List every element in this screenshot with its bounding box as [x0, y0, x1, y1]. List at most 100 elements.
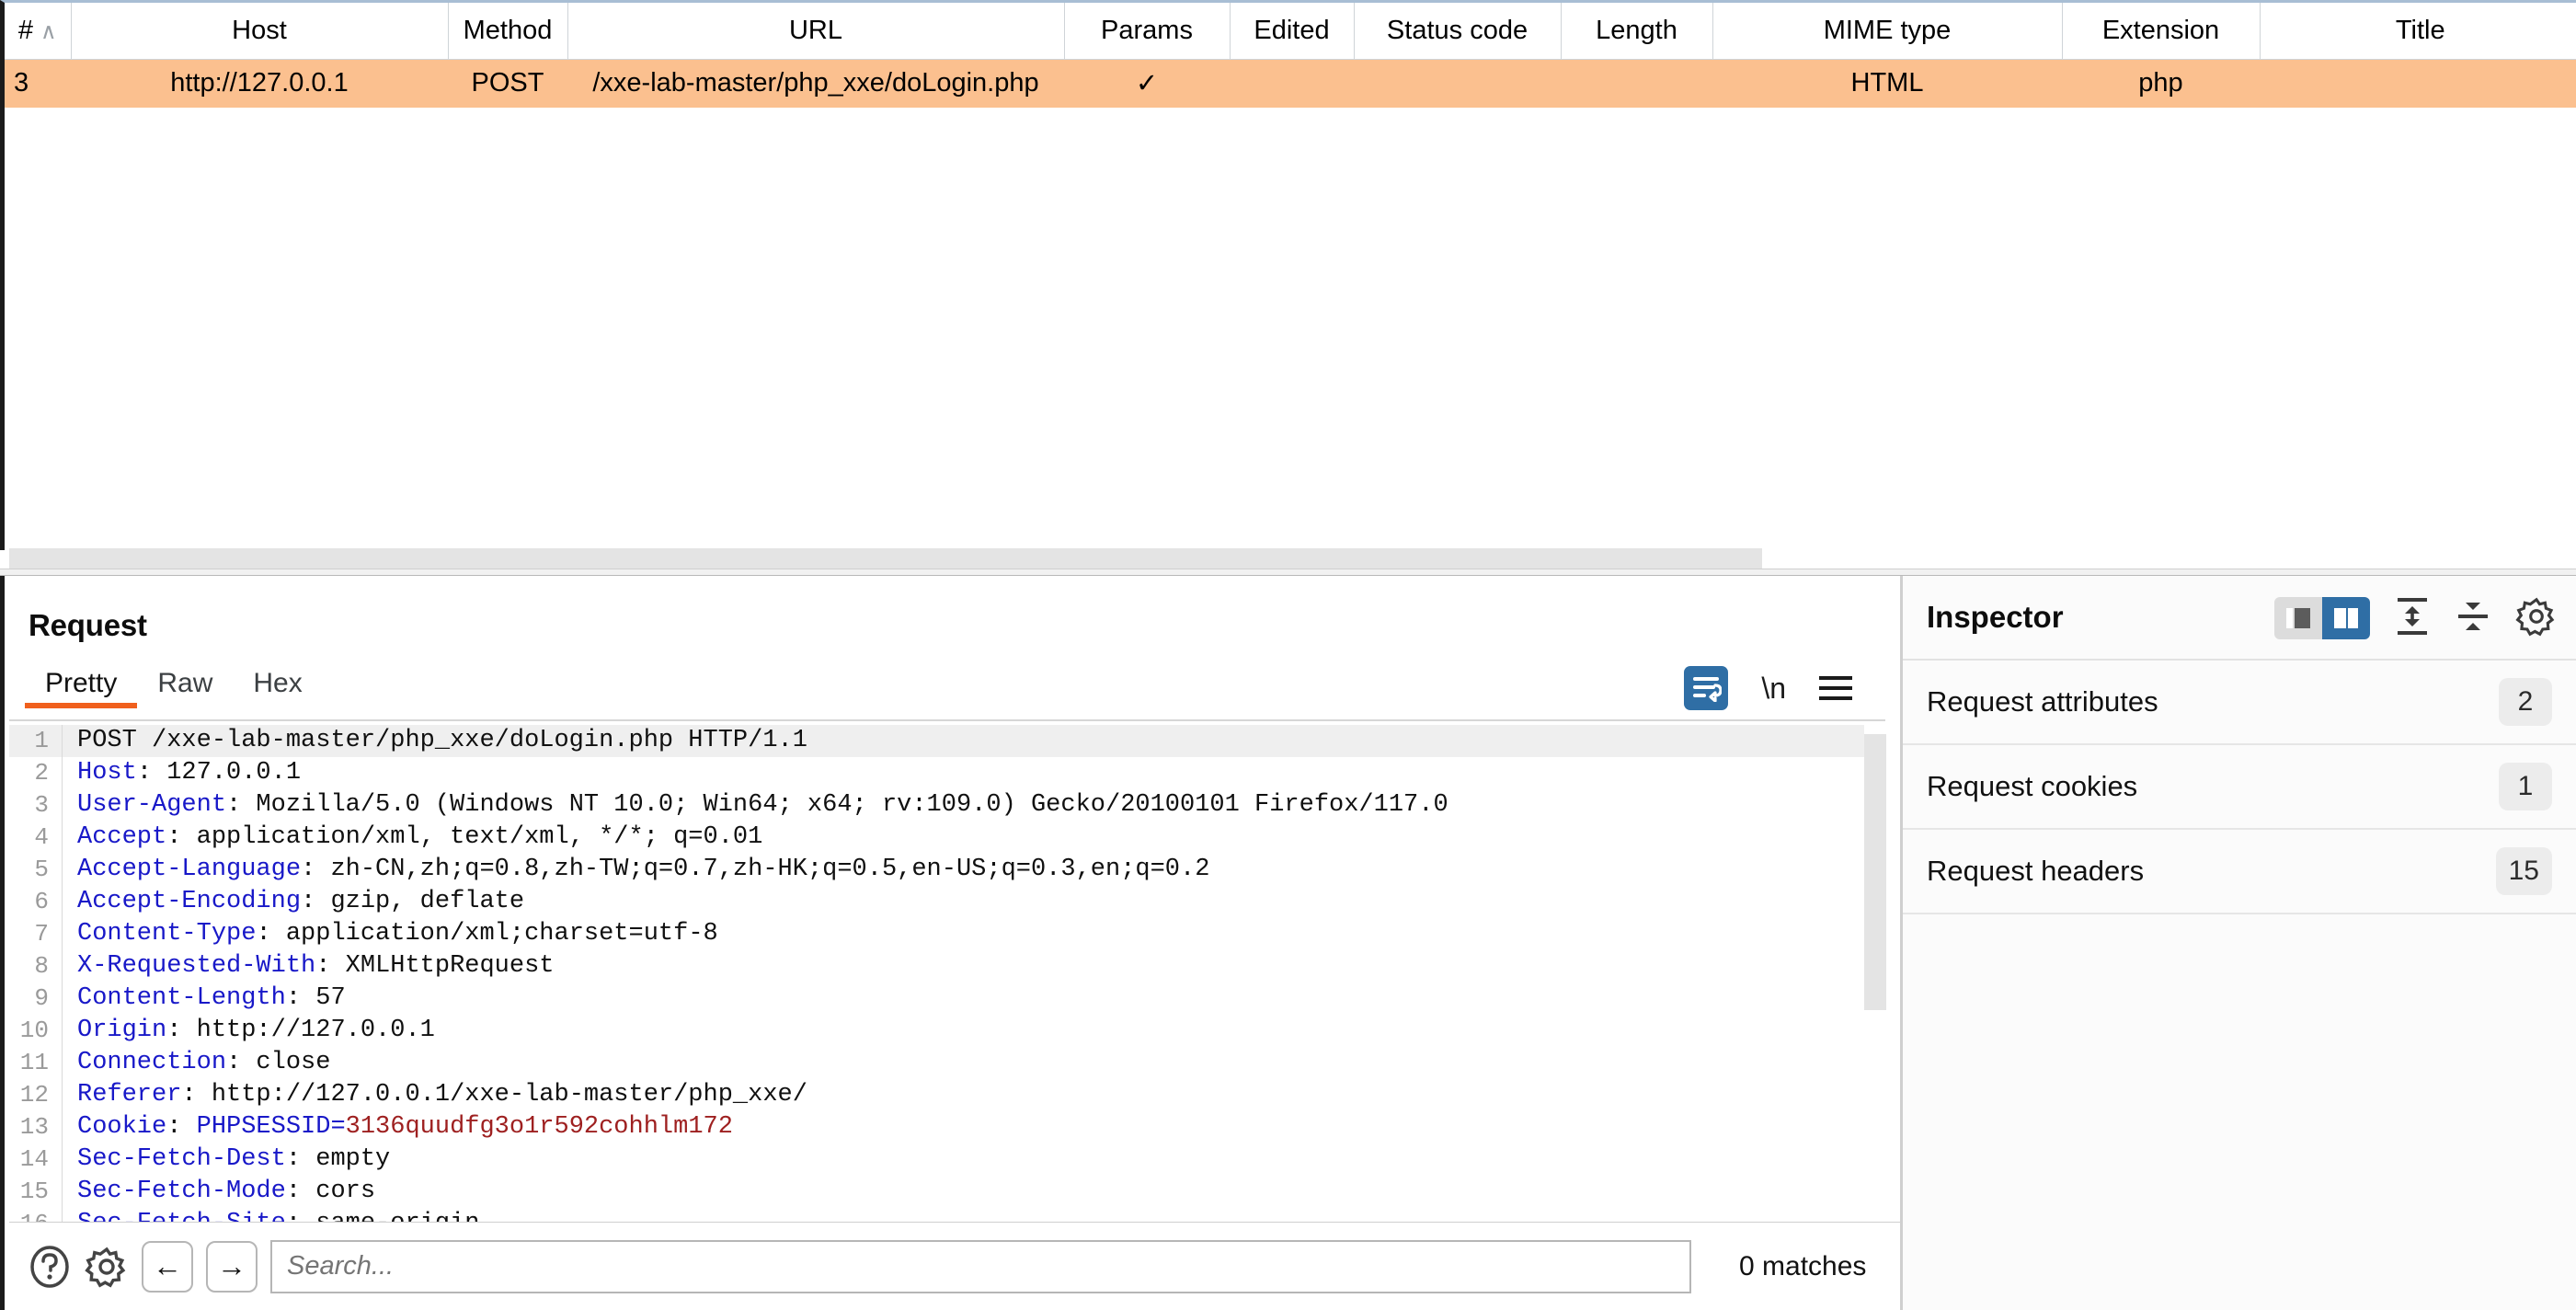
hamburger-menu-icon[interactable] [1819, 676, 1852, 700]
header-separator: : [286, 1210, 301, 1222]
cell-number: 3 [5, 59, 71, 108]
code-line: 16Sec-Fetch-Site: same-origin [9, 1208, 1881, 1222]
table-body: 3 http://127.0.0.1 POST /xxe-lab-master/… [5, 59, 2576, 108]
line-number: 5 [9, 854, 63, 886]
line-content: Sec-Fetch-Dest: empty [63, 1143, 390, 1176]
inspector-header: Inspector [1903, 576, 2576, 661]
newline-toggle-icon[interactable]: \n [1761, 672, 1786, 706]
line-number: 4 [9, 822, 63, 854]
expand-all-icon[interactable] [2394, 595, 2431, 642]
header-value: http://127.0.0.1 [181, 1017, 435, 1044]
tab-hex[interactable]: Hex [233, 668, 322, 708]
code-line: 6 Accept-Encoding: gzip, deflate [9, 886, 1881, 918]
find-bar: ← → 0 matches [9, 1222, 1904, 1310]
header-value: 127.0.0.1 [152, 759, 302, 787]
inspector-panel: Inspector Request attributes 2 Request c… [1900, 576, 2576, 1310]
header-name: Accept-Language [77, 856, 302, 883]
column-header-title[interactable]: Title [2260, 3, 2576, 60]
code-line: 10 Origin: http://127.0.0.1 [9, 1015, 1881, 1047]
column-header-number[interactable]: # ∧ [5, 3, 72, 60]
inspector-section-request-attributes[interactable]: Request attributes 2 [1903, 661, 2576, 745]
inspector-sections: Request attributes 2 Request cookies 1 R… [1903, 661, 2576, 914]
column-header-url[interactable]: URL [567, 3, 1065, 60]
panel-left-layout-icon[interactable] [2274, 597, 2322, 639]
header-value: empty [301, 1145, 391, 1173]
cell-extension: php [2062, 59, 2260, 108]
column-header-status-code[interactable]: Status code [1354, 3, 1562, 60]
header-separator: : [226, 1049, 242, 1076]
line-number: 14 [9, 1143, 63, 1176]
column-header-length[interactable]: Length [1561, 3, 1713, 60]
header-separator: : [181, 1081, 197, 1109]
code-line: 5 Accept-Language: zh-CN,zh;q=0.8,zh-TW;q… [9, 854, 1881, 886]
request-view-tabs: Pretty Raw Hex [25, 668, 323, 719]
help-circle-icon[interactable] [28, 1245, 72, 1289]
cell-url: /xxe-lab-master/php_xxe/doLogin.php [567, 59, 1064, 108]
inspector-section-request-headers[interactable]: Request headers 15 [1903, 830, 2576, 914]
cell-host: http://127.0.0.1 [71, 59, 448, 108]
tab-pretty[interactable]: Pretty [25, 668, 138, 708]
scrollbar-thumb[interactable] [9, 548, 1762, 569]
code-line: 1 POST /xxe-lab-master/php_xxe/doLogin.ph… [9, 725, 1881, 757]
header-name: Cookie [77, 1113, 167, 1141]
scrollbar-thumb[interactable] [1864, 734, 1886, 1010]
column-header-method[interactable]: Method [448, 3, 568, 60]
layout-toggle-group [2274, 597, 2370, 639]
header-separator: : [301, 888, 316, 915]
header-value: application/xml, text/xml, */*; q=0.01 [181, 823, 763, 851]
header-separator: : [166, 823, 182, 851]
header-name: Sec-Fetch-Site [77, 1210, 286, 1222]
header-value: same-origin [301, 1210, 479, 1222]
column-header-host[interactable]: Host [71, 3, 449, 60]
header-separator: : [256, 920, 271, 948]
inspector-title: Inspector [1927, 600, 2064, 634]
column-header-mime-type[interactable]: MIME type [1712, 3, 2063, 60]
header-name: Content-Type [77, 920, 257, 948]
code-line: 15 Sec-Fetch-Mode: cors [9, 1176, 1881, 1208]
status-badge: 2 [2499, 678, 2552, 726]
panel-splitter[interactable] [0, 569, 2576, 576]
cookie-name: PHPSESSID= [196, 1113, 346, 1141]
inspector-section-request-cookies[interactable]: Request cookies 1 [1903, 745, 2576, 830]
header-separator: : [301, 856, 316, 883]
panel-split-layout-icon[interactable] [2322, 597, 2370, 639]
tab-raw[interactable]: Raw [137, 668, 233, 708]
cell-mime-type: HTML [1712, 59, 2062, 108]
history-horizontal-scrollbar[interactable] [9, 548, 2575, 569]
line-number: 9 [9, 982, 63, 1015]
gear-icon[interactable] [85, 1245, 129, 1289]
find-previous-button[interactable]: ← [142, 1240, 193, 1293]
collapse-all-icon[interactable] [2455, 595, 2491, 642]
proxy-history-table: # ∧ Host Method URL Params Edited Status … [5, 3, 2576, 108]
header-row: # ∧ Host Method URL Params Edited Status … [5, 3, 2576, 60]
column-header-params[interactable]: Params [1064, 3, 1231, 60]
line-number: 3 [9, 789, 63, 822]
code-line-cookie: 13 Cookie: PHPSESSID=3136quudfg3o1r592coh… [9, 1111, 1881, 1143]
line-content: Sec-Fetch-Mode: cors [63, 1176, 375, 1208]
tabs-divider [9, 719, 1885, 721]
gear-icon[interactable] [2515, 595, 2558, 642]
header-value: Mozilla/5.0 (Windows NT 10.0; Win64; x64… [241, 791, 1448, 819]
line-content: Content-Type: application/xml;charset=ut… [63, 918, 718, 950]
match-count-label: 0 matches [1739, 1250, 1867, 1281]
line-number: 6 [9, 886, 63, 918]
line-number: 10 [9, 1015, 63, 1047]
header-name: Host [77, 759, 137, 787]
code-vertical-scrollbar[interactable] [1864, 725, 1886, 1222]
line-content: Accept: application/xml, text/xml, */*; … [63, 822, 762, 854]
search-input[interactable] [270, 1239, 1691, 1293]
request-code-viewer[interactable]: 1 POST /xxe-lab-master/php_xxe/doLogin.ph… [9, 725, 1881, 1222]
word-wrap-icon[interactable] [1684, 666, 1729, 710]
line-content: Connection: close [63, 1047, 330, 1079]
header-name: Connection [77, 1049, 227, 1076]
column-header-extension[interactable]: Extension [2062, 3, 2261, 60]
find-next-button[interactable]: → [206, 1240, 258, 1293]
header-name: Sec-Fetch-Mode [77, 1178, 286, 1205]
code-line: 12 Referer: http://127.0.0.1/xxe-lab-mast… [9, 1079, 1881, 1111]
line-number: 2 [9, 757, 63, 789]
header-name: Sec-Fetch-Dest [77, 1145, 286, 1173]
header-value: http://127.0.0.1/xxe-lab-master/php_xxe/ [196, 1081, 807, 1109]
request-panel: Request Pretty Raw Hex \n 1 POST /xxe-lab… [0, 576, 1904, 1310]
column-header-edited[interactable]: Edited [1230, 3, 1355, 60]
table-row[interactable]: 3 http://127.0.0.1 POST /xxe-lab-master/… [5, 59, 2576, 108]
